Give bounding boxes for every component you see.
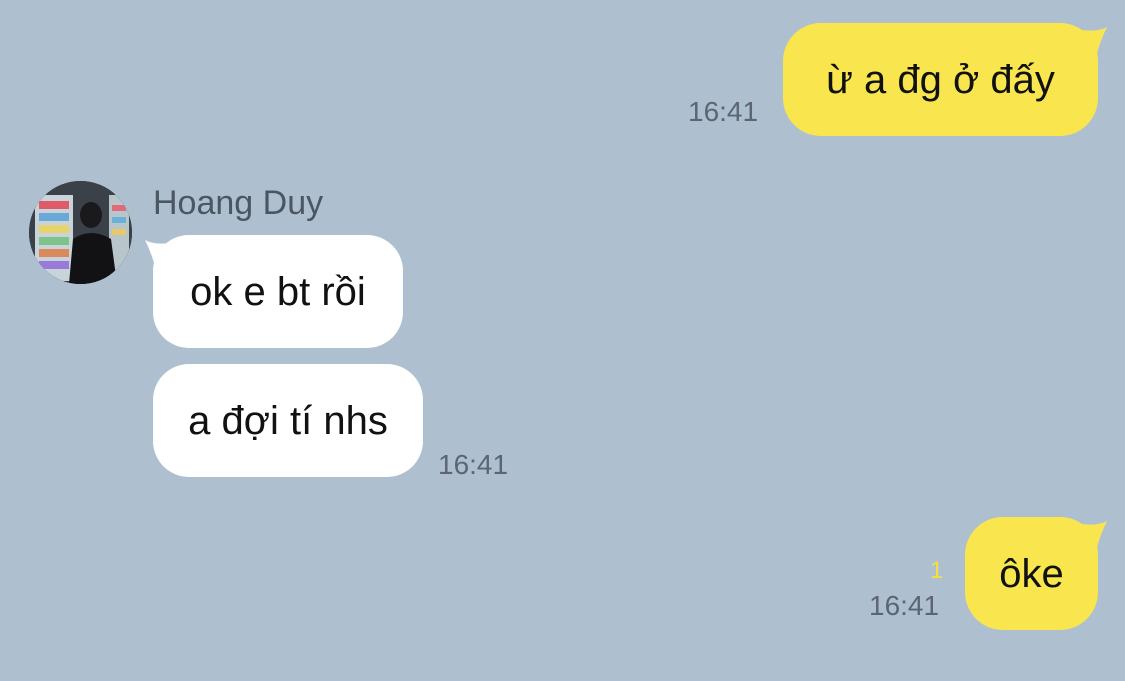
message-bubble-incoming[interactable]: a đợi tí nhs: [153, 364, 423, 477]
contact-avatar[interactable]: [29, 181, 132, 284]
unread-count-badge: 1: [930, 557, 944, 584]
message-timestamp: 16:41: [438, 449, 509, 480]
message-bubble-outgoing[interactable]: ôke: [965, 517, 1098, 630]
message-timestamp: 16:41: [869, 590, 940, 621]
message-bubble-incoming[interactable]: ok e bt rồi: [153, 235, 403, 348]
message-bubble-outgoing[interactable]: ừ a đg ở đấy: [783, 23, 1098, 136]
message-timestamp: 16:41: [688, 96, 759, 127]
profile-photo-icon: [29, 181, 132, 284]
chat-conversation: 16:41 ừ a đg ở đấy Hoang Duy ok e bt rồi…: [0, 0, 1125, 681]
sender-name: Hoang Duy: [153, 184, 324, 222]
